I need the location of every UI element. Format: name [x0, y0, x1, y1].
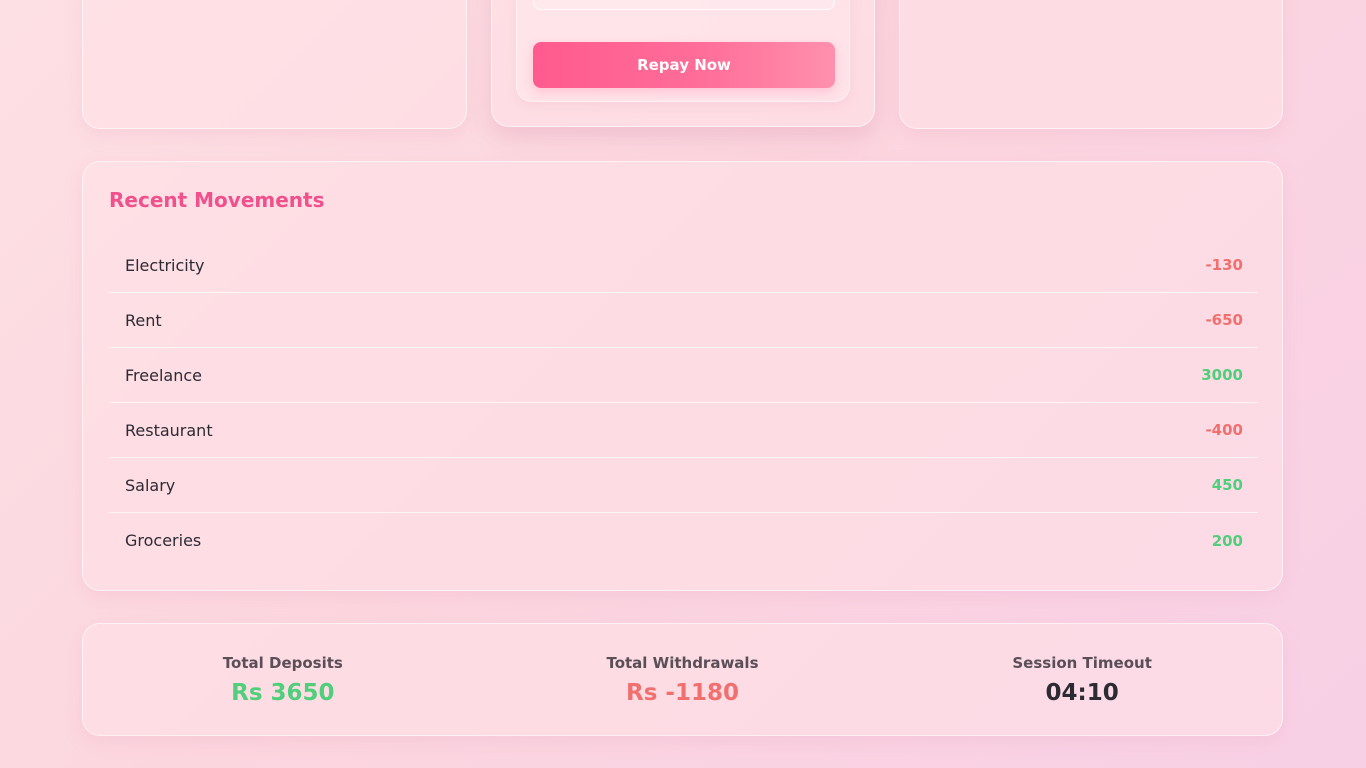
total-deposits: Total Deposits Rs 3650 [133, 654, 433, 706]
movement-amount: 200 [1211, 531, 1243, 550]
total-withdrawals: Total Withdrawals Rs -1180 [532, 654, 832, 706]
session-timeout-value: 04:10 [1045, 679, 1119, 706]
movement-row: Rent -650 [109, 293, 1258, 348]
movement-amount: -130 [1205, 256, 1243, 274]
repay-panel: Repay Now [516, 0, 850, 102]
movement-amount: 3000 [1201, 366, 1243, 384]
repay-amount-input[interactable] [533, 0, 835, 10]
session-timeout-label: Session Timeout [1012, 653, 1152, 672]
top-right-card [899, 0, 1283, 129]
loan-card: Repay Now [491, 0, 875, 127]
movement-name: Restaurant [125, 420, 213, 440]
total-withdrawals-value: Rs -1180 [626, 679, 739, 706]
movement-amount: 450 [1211, 476, 1243, 494]
total-withdrawals-label: Total Withdrawals [606, 653, 759, 672]
movement-amount: -400 [1205, 421, 1243, 439]
movement-name: Salary [125, 475, 176, 495]
top-left-card [82, 0, 467, 129]
movement-list: Electricity -130 Rent -650 Freelance 300… [109, 238, 1258, 568]
session-timeout: Session Timeout 04:10 [932, 654, 1232, 706]
movement-name: Freelance [125, 365, 202, 385]
movement-row: Electricity -130 [109, 238, 1258, 293]
recent-movements-card: Recent Movements Electricity -130 Rent -… [82, 161, 1283, 591]
movement-row: Groceries 200 [109, 513, 1258, 568]
movement-row: Freelance 3000 [109, 348, 1258, 403]
movements-title: Recent Movements [109, 188, 325, 212]
movement-row: Salary 450 [109, 458, 1258, 513]
total-deposits-label: Total Deposits [222, 653, 343, 672]
movement-name: Electricity [125, 255, 205, 275]
repay-now-button[interactable]: Repay Now [533, 42, 835, 88]
movement-amount: -650 [1205, 311, 1243, 329]
summary-card: Total Deposits Rs 3650 Total Withdrawals… [82, 623, 1283, 736]
movement-name: Rent [125, 310, 162, 330]
movement-row: Restaurant -400 [109, 403, 1258, 458]
total-deposits-value: Rs 3650 [231, 679, 335, 706]
movement-name: Groceries [125, 531, 202, 550]
